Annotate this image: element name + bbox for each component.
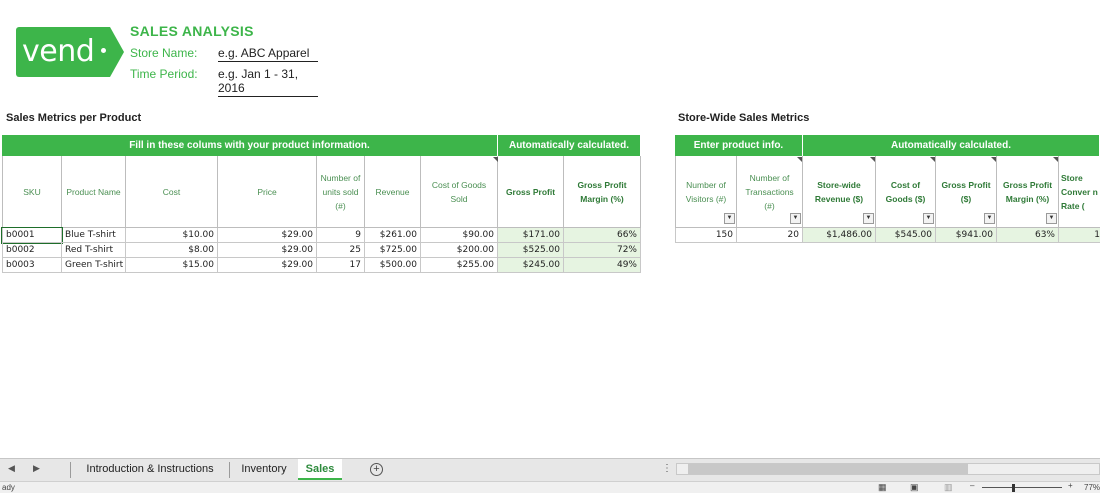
cell-cogs[interactable]: $255.00	[421, 258, 498, 273]
col-header-product-name[interactable]: Product Name	[62, 156, 126, 228]
comment-marker	[991, 157, 996, 162]
page-break-icon[interactable]: ▥	[944, 482, 953, 493]
cell-gross-margin[interactable]: 66%	[564, 228, 641, 243]
vend-logo-dot	[101, 48, 106, 53]
cell-sku[interactable]: b0001	[1, 227, 63, 244]
tab-divider	[70, 462, 71, 478]
cell-visitors[interactable]: 150	[675, 228, 737, 243]
cell-gross-profit[interactable]: $525.00	[498, 243, 564, 258]
report-title: SALES ANALYSIS	[130, 23, 254, 39]
col-header-price[interactable]: Price	[218, 156, 317, 228]
normal-view-icon[interactable]: ▦	[878, 482, 887, 493]
zoom-slider[interactable]	[982, 487, 1062, 488]
cell-store-gross-profit[interactable]: $941.00	[936, 228, 997, 243]
vend-logo-tip	[110, 27, 124, 77]
cell-product-name[interactable]: Blue T-shirt	[62, 228, 126, 243]
cell-cost[interactable]: $15.00	[126, 258, 218, 273]
col-header-cogs[interactable]: Cost of Goods Sold	[421, 156, 498, 228]
cell-price[interactable]: $29.00	[218, 243, 317, 258]
cell-product-name[interactable]: Red T-shirt	[62, 243, 126, 258]
cell-store-margin[interactable]: 63%	[997, 228, 1059, 243]
zoom-in-icon[interactable]: +	[1068, 481, 1073, 490]
scrollbar-thumb[interactable]	[688, 464, 968, 474]
cell-gross-profit[interactable]: $171.00	[498, 228, 564, 243]
comment-marker	[930, 157, 935, 162]
store-name-label: Store Name:	[130, 46, 198, 60]
time-period-label: Time Period:	[130, 67, 198, 81]
filter-dropdown-icon[interactable]: ▼	[724, 213, 735, 224]
banner-enter-info: Enter product info.	[675, 135, 803, 156]
banner-auto-product: Automatically calculated.	[498, 135, 641, 156]
more-options-icon[interactable]: ⋮	[662, 463, 672, 474]
vend-logo-text: vend	[22, 34, 95, 69]
filter-dropdown-icon[interactable]: ▼	[790, 213, 801, 224]
product-section-title: Sales Metrics per Product	[6, 112, 142, 124]
cell-transactions[interactable]: 20	[737, 228, 803, 243]
cell-store-revenue[interactable]: $1,486.00	[803, 228, 876, 243]
store-section-title: Store-Wide Sales Metrics	[678, 112, 810, 124]
page-layout-icon[interactable]: ▣	[910, 482, 919, 493]
cell-gross-profit[interactable]: $245.00	[498, 258, 564, 273]
cell-units-sold[interactable]: 9	[317, 228, 365, 243]
cell-units-sold[interactable]: 25	[317, 243, 365, 258]
banner-auto-store: Automatically calculated.	[803, 135, 1100, 156]
col-header-gross-margin[interactable]: Gross Profit Margin (%)	[564, 156, 641, 228]
tab-inventory[interactable]: Inventory	[233, 459, 295, 480]
scroll-tabs-left-icon[interactable]: ◀	[8, 463, 15, 474]
cell-gross-margin[interactable]: 72%	[564, 243, 641, 258]
cell-store-cogs[interactable]: $545.00	[876, 228, 936, 243]
filter-dropdown-icon[interactable]: ▼	[984, 213, 995, 224]
cell-revenue[interactable]: $261.00	[365, 228, 421, 243]
cell-price[interactable]: $29.00	[218, 258, 317, 273]
cell-product-name[interactable]: Green T-shirt	[62, 258, 126, 273]
col-header-conversion-rate[interactable]: Store Conver n Rate (	[1059, 156, 1100, 228]
col-header-revenue[interactable]: Revenue	[365, 156, 421, 228]
comment-marker	[1053, 157, 1058, 162]
col-header-gross-profit[interactable]: Gross Profit	[498, 156, 564, 228]
tab-divider	[229, 462, 230, 478]
cell-revenue[interactable]: $725.00	[365, 243, 421, 258]
cell-cost[interactable]: $10.00	[126, 228, 218, 243]
status-text: ady	[2, 483, 15, 492]
add-sheet-icon[interactable]: +	[370, 463, 383, 476]
col-header-units-sold[interactable]: Number of units sold (#)	[317, 156, 365, 228]
filter-dropdown-icon[interactable]: ▼	[923, 213, 934, 224]
cell-cogs[interactable]: $90.00	[421, 228, 498, 243]
zoom-out-icon[interactable]: –	[970, 481, 974, 490]
comment-marker	[870, 157, 875, 162]
time-period-value[interactable]: e.g. Jan 1 - 31, 2016	[218, 67, 318, 97]
filter-dropdown-icon[interactable]: ▼	[1046, 213, 1057, 224]
cell-conversion-rate[interactable]: 1	[1059, 228, 1100, 243]
status-bar: ady ▦ ▣ ▥ – + 77%	[0, 481, 1100, 493]
store-name-value[interactable]: e.g. ABC Apparel	[218, 46, 318, 62]
col-header-cost[interactable]: Cost	[126, 156, 218, 228]
zoom-level[interactable]: 77%	[1084, 483, 1100, 492]
banner-fill-in: Fill in these colums with your product i…	[2, 135, 498, 156]
cell-revenue[interactable]: $500.00	[365, 258, 421, 273]
cell-sku[interactable]: b0003	[2, 258, 62, 273]
tab-introduction[interactable]: Introduction & Instructions	[76, 459, 224, 480]
cell-units-sold[interactable]: 17	[317, 258, 365, 273]
comment-marker	[493, 157, 498, 162]
cell-cogs[interactable]: $200.00	[421, 243, 498, 258]
cell-sku[interactable]: b0002	[2, 243, 62, 258]
comment-marker	[797, 157, 802, 162]
cell-gross-margin[interactable]: 49%	[564, 258, 641, 273]
spreadsheet-window: vend SALES ANALYSIS Store Name: e.g. ABC…	[0, 0, 1100, 493]
tab-sales[interactable]: Sales	[298, 459, 342, 480]
col-header-sku[interactable]: SKU	[2, 156, 62, 228]
cell-cost[interactable]: $8.00	[126, 243, 218, 258]
zoom-slider-thumb[interactable]	[1012, 484, 1015, 492]
cell-price[interactable]: $29.00	[218, 228, 317, 243]
filter-dropdown-icon[interactable]: ▼	[863, 213, 874, 224]
scroll-tabs-right-icon[interactable]: ▶	[33, 463, 40, 474]
